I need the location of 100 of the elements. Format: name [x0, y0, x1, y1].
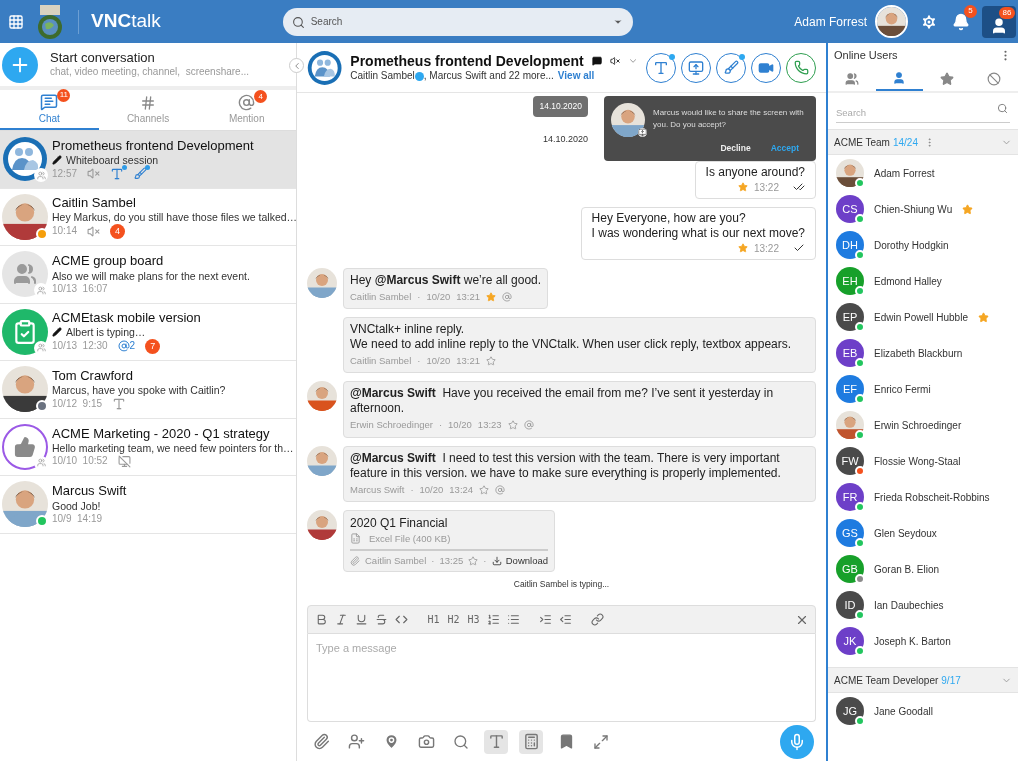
star-icon [939, 72, 954, 86]
conversation-title: Tom Crawford [52, 367, 134, 384]
heading-button[interactable]: H3 [466, 610, 481, 629]
user-item[interactable]: EH Edmond Halley [828, 263, 1018, 299]
expand-icon [593, 733, 609, 750]
initials-avatar: EP [836, 303, 864, 331]
calculator-button[interactable] [519, 729, 543, 754]
star-icon[interactable] [486, 291, 496, 302]
online-count: 14/24 [892, 135, 918, 150]
user-item[interactable]: GS Glen Seydoux [828, 515, 1018, 551]
user-item[interactable]: GB Goran B. Elion [828, 551, 1018, 587]
conversation-title: ACMEtask mobile version [52, 309, 201, 326]
user-name: Dorothy Hodgkin [874, 238, 949, 253]
screen-icon [638, 128, 647, 137]
message-date: 10/20 [426, 354, 451, 368]
initials-avatar: CS [836, 195, 864, 223]
heading-button[interactable]: H1 [426, 610, 441, 629]
online-count: 9/17 [941, 673, 961, 688]
settings-icon[interactable] [920, 12, 938, 31]
conversation-item[interactable]: Prometheus frontend Development Whiteboard session 12:57 [0, 131, 296, 189]
user-item[interactable]: JK Joseph K. Barton [828, 623, 1018, 659]
unread-badge: 7 [145, 338, 161, 354]
star-icon[interactable] [479, 484, 490, 495]
conversation-time: 10/12 9:15 [52, 397, 103, 411]
message-time: 13:25 [439, 554, 464, 568]
user-item[interactable]: FW Flossie Wong-Staal [828, 443, 1018, 479]
italic-icon [335, 613, 348, 626]
notification-badge: 5 [964, 4, 977, 18]
user-name: Edwin Powell Hubble [874, 310, 968, 325]
star-icon[interactable] [507, 420, 518, 431]
profile-badge: 86 [999, 6, 1015, 19]
conversation-title: ACME Marketing - 2020 - Q1 strategy [52, 425, 271, 442]
text-format-button[interactable] [484, 729, 508, 754]
user-name: Adam Forrest [794, 13, 867, 31]
date-pill: 14.10.2020 [533, 96, 588, 117]
conversation-time: 12:57 [52, 167, 78, 181]
star-icon[interactable] [468, 556, 479, 567]
user-item[interactable]: FR Frieda Robscheit-Robbins [828, 479, 1018, 515]
group-header[interactable]: ACME Team Developer 9/17 [828, 667, 1018, 693]
heading-button[interactable]: H2 [446, 610, 461, 629]
user-item[interactable]: JG Jane Goodall [828, 693, 1018, 729]
separator-dot: · [410, 482, 414, 497]
user-name: Goran B. Elion [874, 562, 940, 577]
user-item[interactable]: CS Chien-Shiung Wu [828, 191, 1018, 227]
bullet-list-icon [507, 613, 520, 626]
user-icon [990, 16, 1008, 35]
user-search-field[interactable]: Search [836, 103, 1010, 123]
user-name: Jane Goodall [874, 704, 933, 719]
search-field[interactable]: Search [282, 7, 633, 36]
conversation-time: 10/10 10:52 [52, 455, 108, 468]
separator-dot: · [417, 354, 421, 368]
mention-count: 2 [117, 340, 136, 353]
message-author: Caitlin Sambel [365, 554, 427, 568]
chat-bubble-icon [591, 55, 602, 68]
message-date: 10/20 [426, 289, 451, 304]
message-input[interactable]: Type a message [307, 634, 816, 722]
user-item[interactable]: EF Enrico Fermi [828, 371, 1018, 407]
separator-dot: · [417, 289, 421, 304]
user-name: Glen Seydoux [874, 526, 937, 541]
user-name: Erwin Schroedinger [874, 418, 962, 433]
star-icon[interactable] [737, 182, 748, 193]
text-format-icon [653, 59, 669, 76]
blocked-icon [987, 72, 1002, 86]
download-link[interactable]: Download [491, 554, 548, 569]
paperclip-icon [312, 733, 330, 750]
member-name: Caitlin Sambel [350, 70, 415, 83]
message-text: @Marcus Swift I need to test this version with the team. There is very important feature in this version. we have to make sure everything is properly implemented. [350, 450, 782, 481]
at-icon [238, 94, 256, 111]
search-icon [291, 15, 305, 29]
group-logo-icon [307, 49, 343, 86]
conversation-title: Caitlin Sambel [52, 194, 137, 211]
admin-badge-icon [414, 71, 424, 81]
microphone-icon [788, 732, 806, 751]
group-header[interactable]: ACME Team 14/24 [828, 129, 1018, 155]
user-item[interactable]: ID Ian Daubechies [828, 587, 1018, 623]
message-time: 13:23 [477, 418, 502, 433]
notifications-icon[interactable] [952, 12, 970, 31]
user-name: Ian Daubechies [874, 598, 944, 613]
user-item[interactable]: Erwin Schroedinger [828, 407, 1018, 443]
message-text: We need to add inline reply to the VNCtalk. When user click reply, textbox appears. [350, 337, 793, 352]
decline-button[interactable]: Decline [720, 142, 751, 155]
new-conversation-button[interactable] [2, 46, 38, 83]
star-icon[interactable] [737, 243, 748, 254]
apps-menu-icon[interactable] [8, 13, 24, 30]
file-title: 2020 Q1 Financial [350, 514, 449, 532]
link-button[interactable] [590, 610, 605, 629]
microphone-button[interactable] [780, 724, 814, 759]
message-author: Caitlin Sambel [350, 354, 412, 368]
message-text: I was wondering what is our next move? [591, 225, 805, 241]
user-item[interactable]: Adam Forrest [828, 155, 1018, 191]
message-text: Hey Everyone, how are you? [591, 210, 747, 226]
view-all-link[interactable]: View all [557, 70, 595, 83]
user-name: Chien-Shiung Wu [874, 202, 953, 217]
conversation-preview: Marcus, have you spoke with Caitlin? [52, 383, 226, 397]
user-item[interactable]: EB Elizabeth Blackburn [828, 335, 1018, 371]
user-item[interactable]: EP Edwin Powell Hubble [828, 299, 1018, 335]
user-item[interactable]: DH Dorothy Hodgkin [828, 227, 1018, 263]
search-icon [997, 103, 1008, 114]
initials-avatar: GB [836, 555, 864, 583]
star-icon[interactable] [486, 356, 496, 367]
